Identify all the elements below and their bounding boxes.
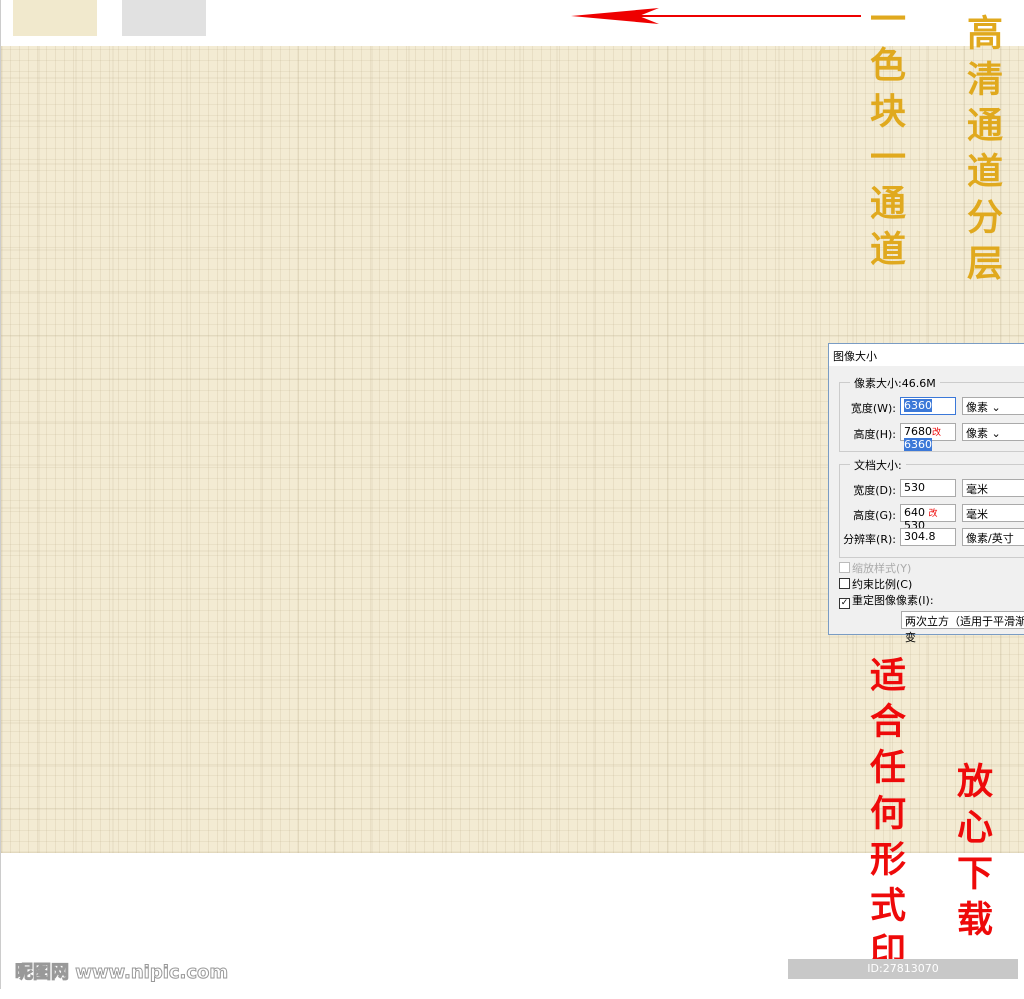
resolution-unit: 像素/英寸 bbox=[966, 532, 1014, 545]
annotation-red-left: 适合任何形式印 bbox=[864, 656, 906, 978]
annotation-gold-left: 一色块一通道 bbox=[864, 0, 906, 276]
arrow-left-icon bbox=[571, 8, 861, 24]
constrain-proportions-checkbox[interactable]: 约束比例(C) bbox=[839, 576, 912, 592]
color-swatch-beige bbox=[13, 0, 97, 36]
document-size-group: 文档大小: 宽度(D): 530 毫米 高度(G): 640 改 530 毫米 … bbox=[839, 457, 1024, 558]
height-unit: 像素 bbox=[966, 427, 988, 440]
width-value: 6360 bbox=[904, 399, 932, 412]
doc-height-label: 高度(G): bbox=[853, 509, 896, 522]
doc-width-unit: 毫米 bbox=[966, 483, 988, 496]
width-unit: 像素 bbox=[966, 401, 988, 414]
scale-styles-label: 缩放样式(Y) bbox=[852, 562, 912, 575]
image-size-dialog: 图像大小 像素大小:46.6M 宽度(W): 6360 像素 ⌄ 高度(H): … bbox=[828, 343, 1024, 644]
doc-height-input[interactable]: 640 改 530 bbox=[900, 504, 956, 532]
height-label: 高度(H): bbox=[853, 428, 896, 441]
height-old: 7680 bbox=[904, 425, 932, 438]
pixel-height-input[interactable]: 7680改6360 bbox=[900, 423, 956, 451]
pixel-width-input[interactable]: 6360 bbox=[900, 397, 956, 415]
constrain-label: 约束比例(C) bbox=[852, 578, 913, 591]
doc-width-unit-select[interactable]: 毫米 bbox=[962, 479, 1024, 497]
doc-width-value: 530 bbox=[904, 481, 925, 494]
width-label: 宽度(W): bbox=[850, 402, 896, 415]
resolution-input[interactable]: 304.8 bbox=[900, 528, 956, 546]
annotation-red-right: 放心下载 bbox=[951, 762, 993, 946]
pixel-height-unit-select[interactable]: 像素 ⌄ bbox=[962, 423, 1024, 441]
doc-width-label: 宽度(D): bbox=[853, 484, 896, 497]
height-new: 6360 bbox=[904, 438, 932, 451]
resample-checkbox[interactable]: ✓ 重定图像像素(I): bbox=[839, 592, 934, 609]
pixel-dimensions-group: 像素大小:46.6M 宽度(W): 6360 像素 ⌄ 高度(H): 7680改… bbox=[839, 375, 1024, 452]
doc-group-label: 文档大小: bbox=[850, 457, 906, 473]
change-mark: 改 bbox=[928, 509, 938, 519]
pixel-width-unit-select[interactable]: 像素 ⌄ bbox=[962, 397, 1024, 415]
doc-height-old: 640 bbox=[904, 506, 925, 519]
nipic-watermark-logo: 昵图网 www.nipic.com bbox=[14, 962, 229, 984]
resolution-label: 分辨率(R): bbox=[843, 533, 896, 546]
image-id-watermark: ID:27813070 NO:20200912093022873086 bbox=[788, 959, 1018, 995]
resolution-value: 304.8 bbox=[904, 530, 936, 543]
color-swatch-gray bbox=[122, 0, 206, 36]
resample-label: 重定图像像素(I): bbox=[852, 594, 934, 607]
annotation-gold-right: 高清通道分层 bbox=[961, 14, 1003, 290]
doc-width-input[interactable]: 530 bbox=[900, 479, 956, 497]
pixel-group-label: 像素大小:46.6M bbox=[850, 375, 940, 391]
dialog-title: 图像大小 bbox=[829, 344, 1024, 366]
change-mark: 改 bbox=[932, 428, 942, 438]
resample-method-select[interactable]: 两次立方（适用于平滑渐变 bbox=[901, 611, 1024, 644]
doc-height-unit-select[interactable]: 毫米 bbox=[962, 504, 1024, 522]
resolution-unit-select[interactable]: 像素/英寸 bbox=[962, 528, 1024, 546]
scale-styles-checkbox[interactable]: 缩放样式(Y) bbox=[839, 560, 911, 576]
doc-height-unit: 毫米 bbox=[966, 508, 988, 521]
